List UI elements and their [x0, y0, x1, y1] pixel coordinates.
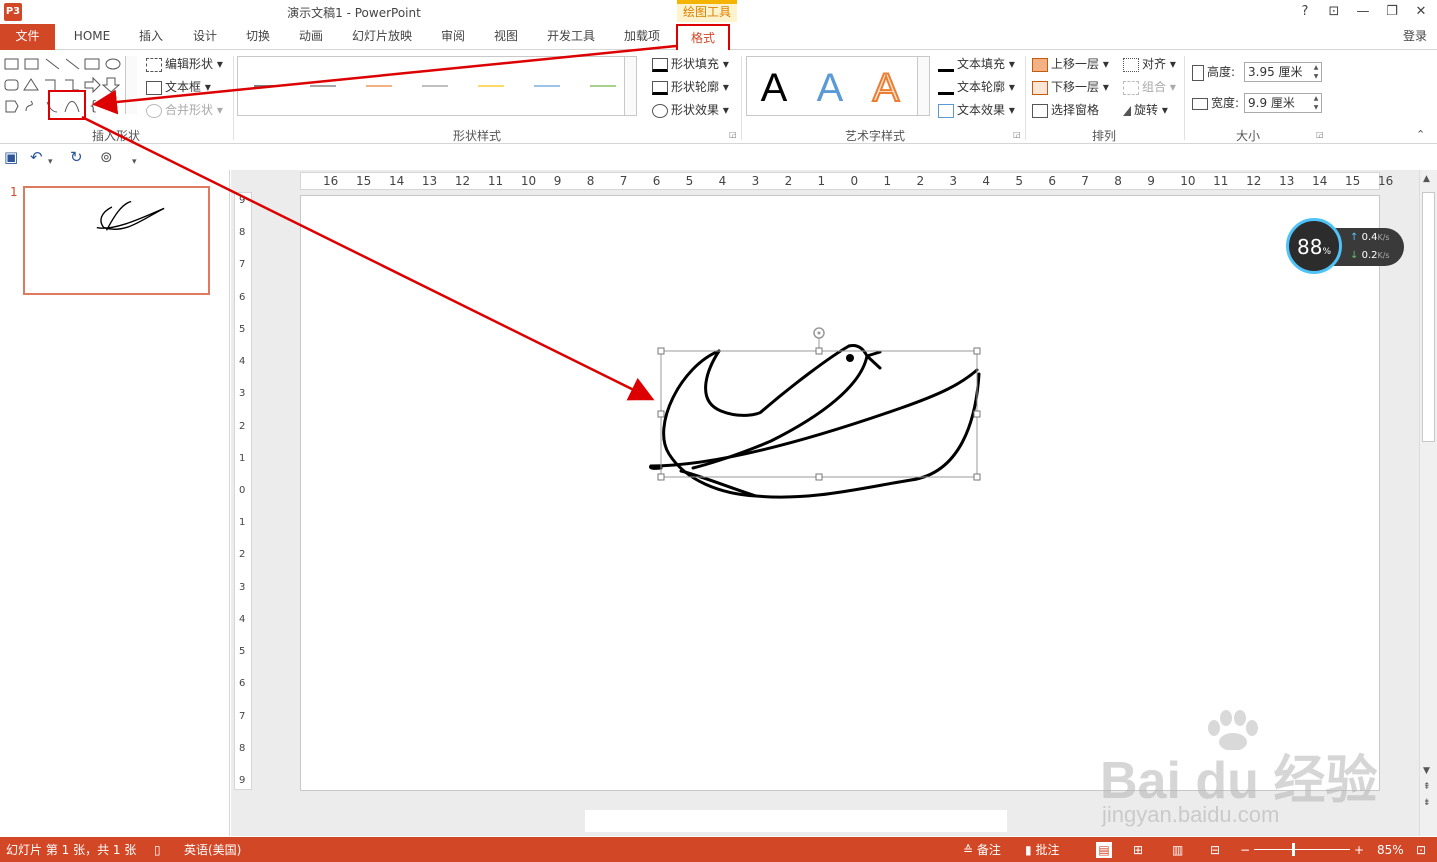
download-speed: 0.2 — [1361, 250, 1378, 261]
reading-view-icon[interactable]: ▥ — [1172, 842, 1183, 858]
cpu-usage-percent-sign: % — [1322, 247, 1331, 257]
upload-arrow-icon: ↑ — [1350, 232, 1359, 243]
powerpoint-window: P3 演示文稿1 - PowerPoint 绘图工具 ? ⊡ — ❐ ✕ 文件 … — [0, 0, 1437, 862]
cpu-usage-ring: 88% — [1286, 218, 1342, 274]
notes-label: 备注 — [976, 843, 1001, 857]
network-speed-widget[interactable]: ↑ 0.4K/s ↓ 0.2K/s 88% — [1286, 218, 1406, 274]
zoom-in-icon[interactable]: + — [1354, 842, 1364, 858]
notes-icon: ≙ — [963, 843, 974, 857]
slide-info[interactable]: 幻灯片 第 1 张，共 1 张 — [6, 842, 136, 858]
zoom-level[interactable]: 85% — [1377, 842, 1404, 858]
language-indicator[interactable]: 英语(美国) — [184, 842, 241, 858]
comments-button[interactable]: ▮ 批注 — [1025, 842, 1059, 858]
comment-icon: ▮ — [1025, 843, 1032, 857]
cpu-usage-percent: 88% — [1289, 235, 1339, 259]
download-unit: K/s — [1377, 251, 1390, 260]
status-bar: 幻灯片 第 1 张，共 1 张 ▯ 英语(美国) ≙ 备注 ▮ 批注 ▤ ⊞ ▥… — [0, 837, 1437, 862]
zoom-out-icon[interactable]: − — [1240, 842, 1250, 858]
watermark-url: jingyan.baidu.com — [1102, 802, 1280, 827]
upload-speed: 0.4 — [1361, 232, 1378, 243]
zoom-slider-track[interactable] — [1254, 849, 1350, 850]
zoom-slider-thumb[interactable] — [1292, 843, 1295, 856]
slide-sorter-icon[interactable]: ⊞ — [1133, 842, 1143, 858]
upload-unit: K/s — [1377, 233, 1390, 242]
comments-label: 批注 — [1035, 843, 1060, 857]
baidu-jingyan-watermark: Bai du 经验 jingyan.baidu.com — [1100, 710, 1380, 830]
spell-check-icon[interactable]: ▯ — [154, 842, 161, 858]
download-arrow-icon: ↓ — [1350, 250, 1359, 261]
network-speeds-panel: ↑ 0.4K/s ↓ 0.2K/s — [1334, 228, 1404, 266]
notes-button[interactable]: ≙ 备注 — [963, 842, 1001, 858]
fit-slide-icon[interactable]: ⊡ — [1416, 842, 1426, 858]
normal-view-icon[interactable]: ▤ — [1096, 842, 1112, 858]
cpu-usage-value: 88 — [1296, 235, 1323, 259]
slideshow-view-icon[interactable]: ⊟ — [1210, 842, 1220, 858]
